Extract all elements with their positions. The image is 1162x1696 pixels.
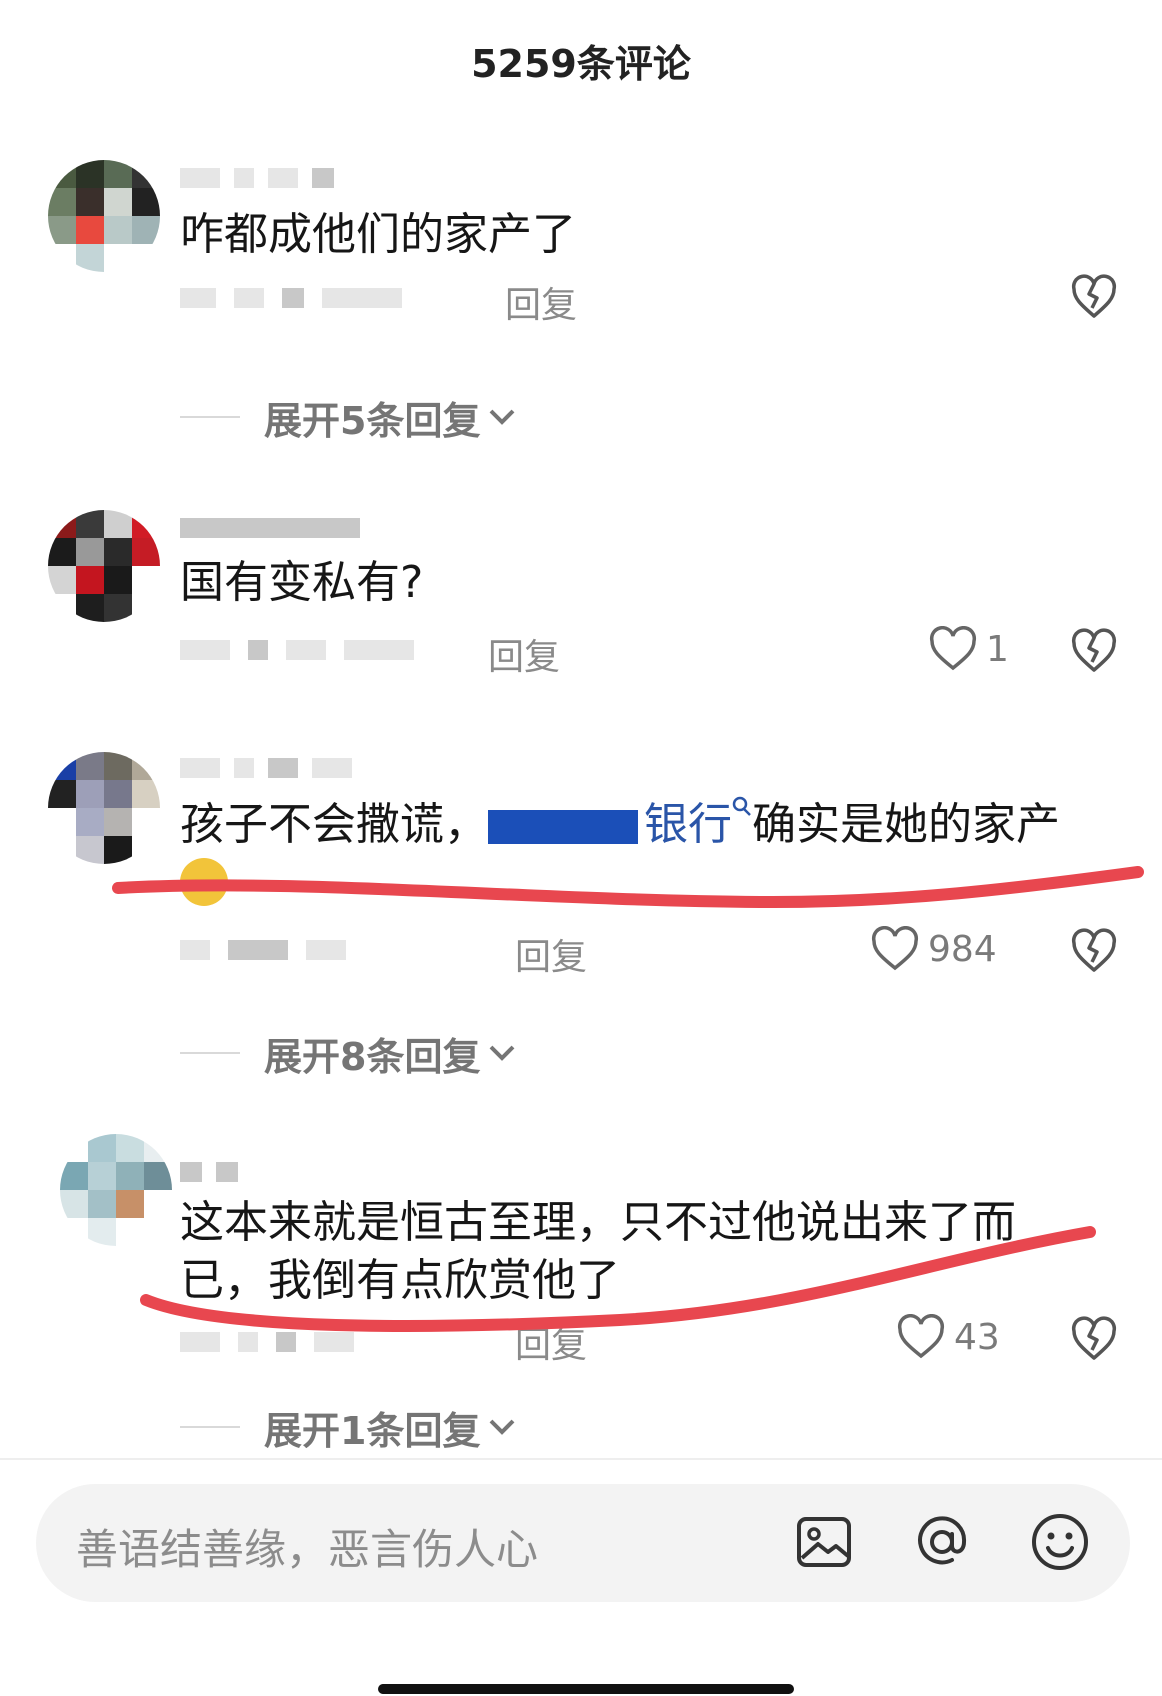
comment-input-placeholder: 善语结善缘，恶言伤人心 — [76, 1525, 539, 1574]
username-blurred[interactable] — [180, 1158, 238, 1186]
divider — [180, 1052, 240, 1054]
reply-button[interactable]: 回复 — [505, 276, 577, 328]
dislike-button[interactable] — [1070, 628, 1118, 674]
comment-meta-blurred — [180, 628, 414, 672]
broken-heart-icon — [1071, 274, 1117, 318]
like-count: 43 — [954, 1316, 1000, 1358]
emoji-icon[interactable] — [1030, 1512, 1090, 1576]
at-icon[interactable] — [912, 1512, 972, 1576]
expand-label: 展开1条回复 — [264, 1408, 481, 1453]
home-indicator[interactable] — [378, 1684, 794, 1694]
comment-text-part: 孩子不会撒谎， — [180, 799, 488, 850]
image-icon[interactable] — [794, 1512, 854, 1576]
avatar[interactable] — [48, 160, 160, 272]
divider — [180, 1426, 240, 1428]
avatar[interactable] — [60, 1134, 172, 1246]
username-blurred[interactable] — [180, 754, 352, 782]
comment-item: 国有变私有? 回复 1 — [0, 510, 1162, 710]
username-blurred[interactable] — [180, 514, 360, 542]
like-button[interactable]: 43 — [896, 1314, 1000, 1360]
expand-label: 展开5条回复 — [264, 398, 481, 443]
heart-icon — [871, 926, 919, 971]
chevron-down-icon — [490, 1419, 515, 1435]
comment-meta-blurred — [180, 1320, 354, 1364]
reply-button[interactable]: 回复 — [515, 928, 587, 980]
broken-heart-icon — [1071, 1316, 1117, 1360]
like-count: 984 — [928, 928, 997, 970]
dislike-button[interactable] — [1070, 1316, 1118, 1362]
search-icon — [732, 796, 751, 816]
redacted-text — [488, 810, 638, 844]
username-blurred[interactable] — [180, 164, 334, 192]
avatar[interactable] — [48, 510, 160, 622]
comment-item: 这本来就是恒古至理，只不过他说出来了而已，我倒有点欣赏他了 回复 43 展开1条… — [0, 1134, 1162, 1454]
comment-item: 咋都成他们的家产了 回复 展开5条回复 — [0, 150, 1162, 450]
like-button[interactable]: 1 — [928, 626, 1009, 672]
emoji-sticker — [180, 858, 228, 906]
divider — [180, 416, 240, 418]
comment-text-part: 确实是她的家产 — [752, 799, 1060, 850]
comment-text: 咋都成他们的家产了 — [180, 209, 576, 260]
broken-heart-icon — [1071, 628, 1117, 672]
comment-count-title: 5259条评论 — [471, 41, 691, 86]
like-button[interactable]: 984 — [870, 926, 997, 972]
comment-text: 国有变私有? — [180, 557, 424, 608]
comment-text: 这本来就是恒古至理，只不过他说出来了而已，我倒有点欣赏他了 — [180, 1197, 1016, 1306]
comment-meta-blurred — [180, 928, 346, 972]
expand-replies-button[interactable]: 展开5条回复 — [180, 392, 516, 443]
expand-label: 展开8条回复 — [264, 1034, 481, 1079]
reply-button[interactable]: 回复 — [515, 1316, 587, 1368]
reply-button[interactable]: 回复 — [488, 628, 560, 680]
expand-replies-button[interactable]: 展开1条回复 — [180, 1402, 516, 1453]
comment-input[interactable]: 善语结善缘，恶言伤人心 — [36, 1484, 1130, 1602]
dislike-button[interactable] — [1070, 274, 1118, 320]
like-count: 1 — [986, 628, 1009, 670]
chevron-down-icon — [490, 1045, 515, 1061]
comment-meta-blurred — [180, 276, 402, 320]
search-link[interactable]: 银行 — [644, 799, 732, 850]
broken-heart-icon — [1071, 928, 1117, 972]
heart-icon — [929, 626, 977, 671]
dislike-button[interactable] — [1070, 928, 1118, 974]
comment-text: 孩子不会撒谎， 银行 确实是她的家产 — [180, 796, 1060, 854]
comment-item: 孩子不会撒谎， 银行 确实是她的家产 回复 984 展开8条回复 — [0, 750, 1162, 1090]
heart-icon — [897, 1314, 945, 1359]
chevron-down-icon — [490, 409, 515, 425]
expand-replies-button[interactable]: 展开8条回复 — [180, 1028, 516, 1079]
comments-header: 5259条评论 — [0, 0, 1162, 120]
comment-input-bar: 善语结善缘，恶言伤人心 — [0, 1458, 1162, 1696]
avatar[interactable] — [48, 752, 160, 864]
